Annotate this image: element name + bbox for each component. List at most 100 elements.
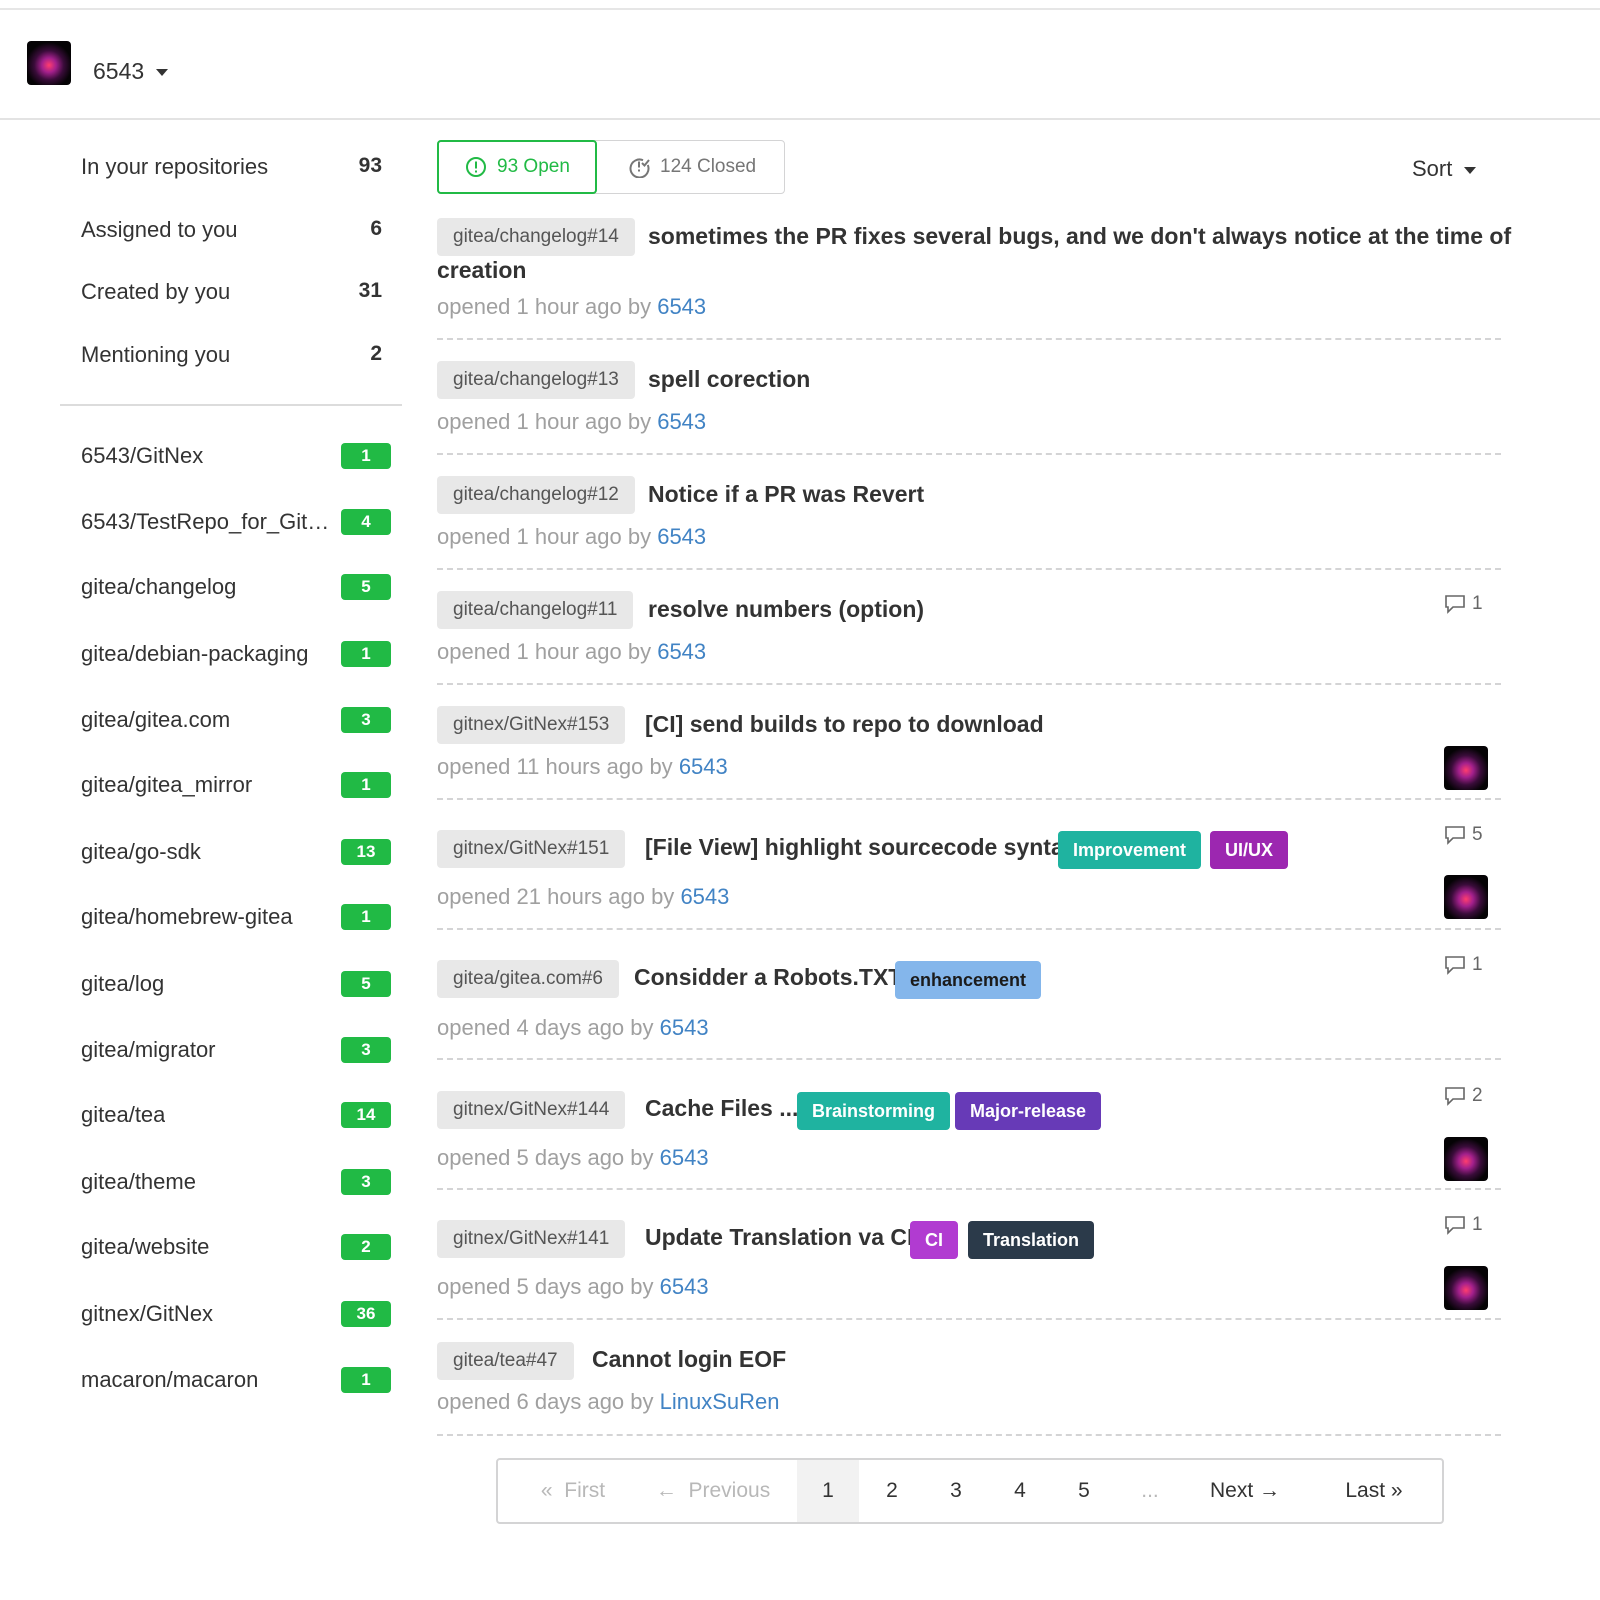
repo-item[interactable]: gitea/gitea.com 3 xyxy=(60,695,402,745)
issue-label[interactable]: Translation xyxy=(968,1221,1095,1259)
issue-label[interactable]: Improvement xyxy=(1058,831,1202,869)
issue-title[interactable]: Cannot login EOF xyxy=(592,1346,786,1373)
issue-title[interactable]: spell corection xyxy=(648,366,810,393)
repo-issue-count: 1 xyxy=(341,641,391,667)
issue-author-link[interactable]: LinuxSuRen xyxy=(660,1389,780,1414)
issue-opened-text: opened 1 hour ago by xyxy=(437,409,652,434)
repo-issue-count: 3 xyxy=(341,1169,391,1195)
issue-ref[interactable]: gitnex/GitNex#151 xyxy=(437,830,626,868)
issue-title-wrap[interactable]: creation xyxy=(437,257,526,284)
issue-ref[interactable]: gitnex/GitNex#153 xyxy=(437,706,626,744)
issue-title[interactable]: [CI] send builds to repo to download xyxy=(645,711,1044,738)
repo-item[interactable]: gitea/log 5 xyxy=(60,959,402,1009)
page-5[interactable]: 5 xyxy=(1052,1460,1116,1522)
page-1[interactable]: 1 xyxy=(797,1460,859,1522)
issue-ref[interactable]: gitea/tea#47 xyxy=(437,1342,574,1380)
comment-count[interactable]: 1 xyxy=(1444,1214,1483,1236)
issue-ref[interactable]: gitnex/GitNex#141 xyxy=(437,1220,626,1258)
issue-author-link[interactable]: 6543 xyxy=(679,754,728,779)
tab-open[interactable]: 93 Open xyxy=(437,140,597,194)
issue-meta: opened 4 days ago by 6543 xyxy=(437,1015,709,1041)
repo-item[interactable]: gitea/changelog 5 xyxy=(60,562,402,612)
issue-item: gitnex/GitNex#153 [CI] send builds to re… xyxy=(437,706,1501,800)
issue-ref[interactable]: gitea/changelog#12 xyxy=(437,476,635,514)
assignee-avatar[interactable] xyxy=(1444,746,1488,790)
comment-count[interactable]: 2 xyxy=(1444,1085,1483,1107)
page-last-label: Last xyxy=(1345,1479,1386,1502)
sort-dropdown[interactable]: Sort xyxy=(1412,156,1477,182)
user-avatar[interactable] xyxy=(27,41,71,85)
repo-item[interactable]: gitea/homebrew-gitea 1 xyxy=(60,892,402,942)
issue-title[interactable]: Cache Files ... xyxy=(645,1095,798,1122)
issue-label[interactable]: Major-release xyxy=(955,1092,1102,1130)
filter-assigned-to-you[interactable]: Assigned to you 6 xyxy=(60,205,402,255)
filter-in-your-repositories[interactable]: In your repositories 93 xyxy=(60,142,402,192)
context-switcher[interactable]: 6543 xyxy=(93,58,169,85)
page-3[interactable]: 3 xyxy=(924,1460,988,1522)
page-4[interactable]: 4 xyxy=(988,1460,1052,1522)
issue-label[interactable]: Brainstorming xyxy=(797,1092,951,1130)
issue-title[interactable]: sometimes the PR fixes several bugs, and… xyxy=(648,223,1511,250)
issue-meta: opened 5 days ago by 6543 xyxy=(437,1145,709,1171)
repo-item[interactable]: 6543/TestRepo_for_GitNex 4 xyxy=(60,497,402,547)
filter-count: 2 xyxy=(370,342,382,365)
issue-author-link[interactable]: 6543 xyxy=(660,1145,709,1170)
page-2[interactable]: 2 xyxy=(860,1460,924,1522)
repo-item[interactable]: gitea/gitea_mirror 1 xyxy=(60,760,402,810)
issue-title[interactable]: Update Translation va CI xyxy=(645,1224,913,1251)
filter-label: Assigned to you xyxy=(81,217,238,242)
tab-closed[interactable]: 124 Closed xyxy=(600,140,784,192)
page-next[interactable]: Next → xyxy=(1190,1460,1300,1522)
repo-item[interactable]: gitea/migrator 3 xyxy=(60,1025,402,1075)
repo-item[interactable]: gitea/theme 3 xyxy=(60,1157,402,1207)
comment-count[interactable]: 1 xyxy=(1444,593,1483,615)
repo-item[interactable]: 6543/GitNex 1 xyxy=(60,431,402,481)
comment-icon xyxy=(1445,956,1465,975)
issue-author-link[interactable]: 6543 xyxy=(657,409,706,434)
issue-ref[interactable]: gitea/gitea.com#6 xyxy=(437,960,619,998)
repo-item[interactable]: macaron/macaron 1 xyxy=(60,1355,402,1405)
repo-issue-count: 14 xyxy=(341,1102,391,1128)
filter-created-by-you[interactable]: Created by you 31 xyxy=(60,267,402,317)
issue-ref[interactable]: gitea/changelog#13 xyxy=(437,361,635,399)
issue-label[interactable]: UI/UX xyxy=(1210,831,1289,869)
issue-opened-text: opened 5 days ago by xyxy=(437,1274,654,1299)
issue-label[interactable]: enhancement xyxy=(895,961,1042,999)
issue-author-link[interactable]: 6543 xyxy=(657,294,706,319)
issue-author-link[interactable]: 6543 xyxy=(660,1274,709,1299)
comment-icon xyxy=(1445,595,1465,614)
issue-label[interactable]: CI xyxy=(910,1221,958,1259)
issue-state-tabs: 93 Open 124 Closed xyxy=(437,140,785,194)
repo-item[interactable]: gitea/debian-packaging 1 xyxy=(60,629,402,679)
comment-count-value: 1 xyxy=(1472,593,1483,614)
issue-author-link[interactable]: 6543 xyxy=(680,884,729,909)
issue-author-link[interactable]: 6543 xyxy=(657,524,706,549)
page-first[interactable]: « First xyxy=(512,1460,634,1522)
repo-issue-count: 1 xyxy=(341,904,391,930)
issue-author-link[interactable]: 6543 xyxy=(660,1015,709,1040)
comment-count[interactable]: 5 xyxy=(1444,824,1483,846)
assignee-avatar[interactable] xyxy=(1444,1266,1488,1310)
page-last[interactable]: Last » xyxy=(1320,1460,1428,1522)
assignee-avatar[interactable] xyxy=(1444,1137,1488,1181)
filter-mentioning-you[interactable]: Mentioning you 2 xyxy=(60,330,402,380)
issue-title[interactable]: [File View] highlight sourcecode syntax xyxy=(645,834,1077,861)
repo-item[interactable]: gitnex/GitNex 36 xyxy=(60,1289,402,1339)
page-previous[interactable]: ← Previous xyxy=(638,1460,788,1522)
chevron-double-right-icon: » xyxy=(1390,1479,1403,1502)
issue-author-link[interactable]: 6543 xyxy=(657,639,706,664)
issue-title[interactable]: Considder a Robots.TXT xyxy=(634,964,902,991)
repo-item[interactable]: gitea/tea 14 xyxy=(60,1090,402,1140)
repo-item[interactable]: gitea/website 2 xyxy=(60,1222,402,1272)
repo-name: gitnex/GitNex xyxy=(81,1301,214,1326)
issue-opened-text: opened 5 days ago by xyxy=(437,1145,654,1170)
issue-ref[interactable]: gitea/changelog#11 xyxy=(437,591,634,629)
issue-ref[interactable]: gitea/changelog#14 xyxy=(437,218,635,256)
repo-item[interactable]: gitea/go-sdk 13 xyxy=(60,827,402,877)
assignee-avatar[interactable] xyxy=(1444,875,1488,919)
issue-meta: opened 1 hour ago by 6543 xyxy=(437,294,706,320)
comment-count[interactable]: 1 xyxy=(1444,954,1483,976)
issue-ref[interactable]: gitnex/GitNex#144 xyxy=(437,1091,626,1129)
issue-title[interactable]: resolve numbers (option) xyxy=(648,596,924,623)
issue-title[interactable]: Notice if a PR was Revert xyxy=(648,481,924,508)
